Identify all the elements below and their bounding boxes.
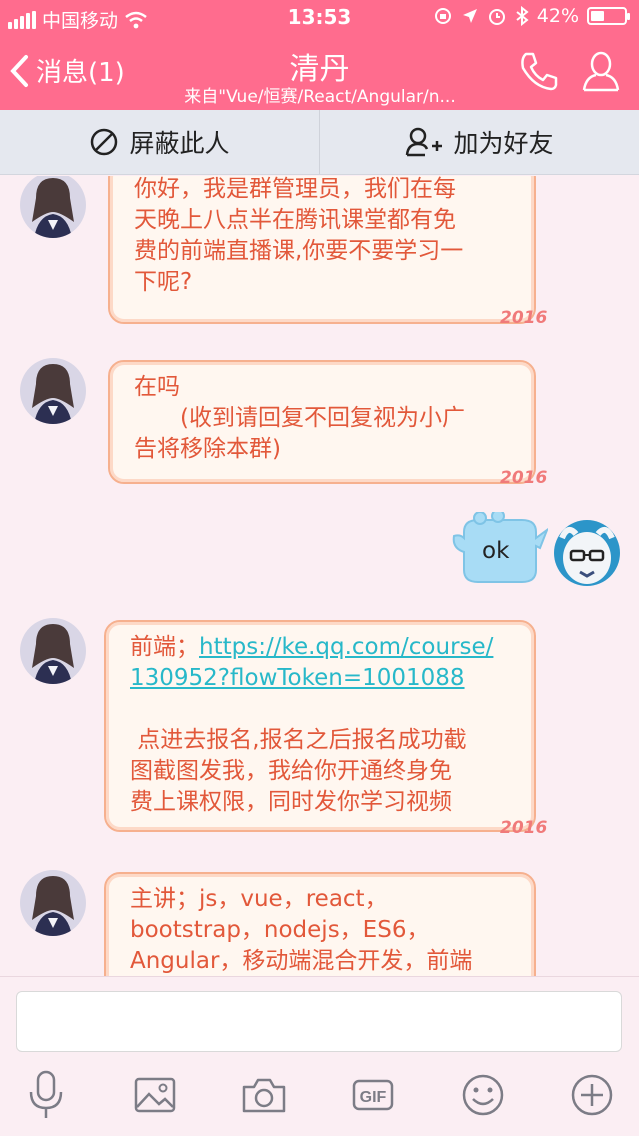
message-line: 主讲；js，vue，react，	[130, 886, 388, 912]
action-bar: 屏蔽此人 加为好友	[0, 110, 639, 175]
input-area: GIF	[0, 976, 639, 1136]
bubble-decoration: 2016	[500, 308, 548, 328]
camera-icon[interactable]	[238, 1069, 290, 1121]
message-bubble[interactable]: 主讲；js，vue，react， bootstrap，nodejs，ES6， A…	[104, 872, 536, 976]
message-line: 点进去报名,报名之后报名成功截	[130, 727, 467, 753]
bubble-decoration: 2016	[500, 468, 548, 488]
avatar[interactable]	[20, 176, 86, 238]
add-user-icon	[406, 127, 443, 157]
message-bubble[interactable]: 在吗 (收到请回复不回复视为小广 告将移除本群)	[108, 360, 536, 484]
chat-area[interactable]: 你好，我是群管理员，我们在每 天晚上八点半在腾讯课堂都有免 费的前端直播课,你要…	[0, 176, 639, 976]
phone-icon[interactable]	[518, 50, 560, 92]
message-line: Angular，移动端混合开发，前端	[130, 948, 473, 974]
message-line: 费上课权限，同时发你学习视频	[130, 789, 452, 815]
course-link[interactable]: https://ke.qq.com/course/	[199, 634, 493, 660]
battery-percent: 42%	[536, 5, 579, 27]
mic-icon[interactable]	[20, 1069, 72, 1121]
self-message-text: ok	[482, 538, 510, 564]
image-icon[interactable]	[129, 1069, 181, 1121]
avatar[interactable]	[20, 618, 86, 684]
alarm-icon	[488, 9, 505, 25]
status-bar: 中国移动 13:53 42%	[0, 0, 639, 36]
rotation-lock-icon	[434, 8, 451, 24]
message-text: 前端；	[130, 634, 199, 660]
avatar[interactable]	[20, 358, 86, 424]
message-line: (收到请回复不回复视为小广	[134, 405, 465, 431]
self-message-bubble[interactable]: ok	[450, 512, 548, 586]
message-bubble[interactable]: 前端；https://ke.qq.com/course/ 130952?flow…	[104, 620, 536, 832]
message-line: 在吗	[134, 374, 180, 400]
message-line: 你好，我是群管理员，我们在每	[134, 176, 456, 202]
add-friend-button[interactable]: 加为好友	[320, 110, 639, 174]
self-avatar[interactable]	[554, 520, 620, 586]
location-icon	[462, 9, 477, 23]
gif-icon[interactable]: GIF	[347, 1069, 399, 1121]
svg-text:GIF: GIF	[360, 1089, 387, 1106]
block-label: 屏蔽此人	[129, 129, 230, 158]
message-line: 告将移除本群)	[134, 436, 281, 462]
block-user-button[interactable]: 屏蔽此人	[0, 110, 319, 174]
emoji-icon[interactable]	[457, 1069, 509, 1121]
message-input[interactable]	[16, 991, 622, 1052]
add-friend-label: 加为好友	[453, 129, 554, 158]
message-line: 下呢?	[134, 269, 193, 295]
message-line: 图截图发我，我给你开通终身免	[130, 758, 452, 784]
page-subtitle: 来自"Vue/恒赛/React/Angular/n...	[184, 87, 456, 107]
bluetooth-icon	[516, 6, 529, 26]
avatar[interactable]	[20, 870, 86, 936]
profile-icon[interactable]	[580, 50, 622, 92]
message-line: bootstrap，nodejs，ES6，	[130, 917, 430, 943]
message-bubble[interactable]: 你好，我是群管理员，我们在每 天晚上八点半在腾讯课堂都有免 费的前端直播课,你要…	[108, 176, 536, 324]
message-line: 天晚上八点半在腾讯课堂都有免	[134, 207, 456, 233]
bubble-decoration: 2016	[500, 818, 548, 838]
header: 中国移动 13:53 42% 消息(1) 清丹 来自"Vue/恒赛/React/…	[0, 0, 639, 110]
course-link[interactable]: 130952?flowToken=1001088	[130, 663, 512, 694]
message-line: 费的前端直播课,你要不要学习一	[134, 238, 464, 264]
block-icon	[91, 128, 118, 156]
battery-icon	[587, 7, 630, 25]
plus-icon[interactable]	[566, 1069, 618, 1121]
